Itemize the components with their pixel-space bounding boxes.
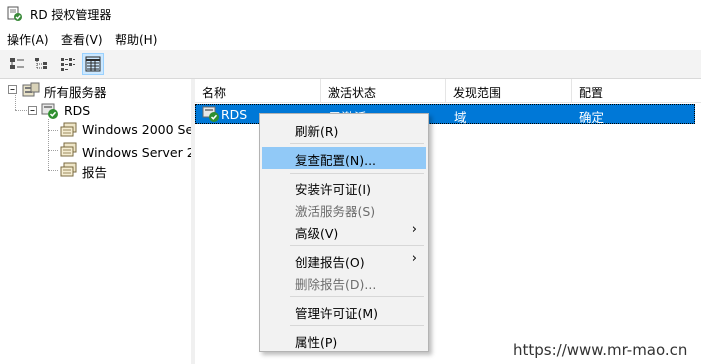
collapse-toggle-icon[interactable] [8, 85, 18, 95]
column-header-name[interactable]: 名称 [195, 79, 321, 103]
column-header-configuration[interactable]: 配置 [572, 79, 701, 103]
menu-item-review-configuration[interactable]: 复查配置(N)... [262, 147, 426, 169]
tree-label-reports: 报告 [82, 165, 108, 180]
window-title: RD 授权管理器 [30, 8, 112, 22]
menu-item-label: 复查配置(N)... [295, 153, 377, 168]
menu-separator [290, 143, 424, 144]
menu-view[interactable]: 查看(V) [61, 31, 103, 48]
menu-item-delete-report: 删除报告(D)... [262, 271, 426, 293]
list-view-icon [61, 58, 75, 71]
tree-connector [48, 119, 49, 170]
menu-item-label: 激活服务器(S) [295, 204, 376, 219]
menu-separator [290, 325, 424, 326]
menu-item-label: 管理许可证(M) [295, 306, 379, 321]
details-view-button[interactable] [82, 53, 104, 75]
license-pack-icon [60, 142, 77, 157]
tree-connector [48, 130, 58, 131]
toolbar [0, 50, 701, 79]
column-header-label: 发现范围 [453, 86, 502, 100]
license-server-icon [41, 103, 58, 119]
tree-label-rds: RDS [64, 103, 91, 118]
column-header-label: 激活状态 [328, 86, 377, 100]
menu-help[interactable]: 帮助(H) [115, 31, 157, 48]
menu-separator [290, 296, 424, 297]
row-cell-scope: 域 [454, 110, 467, 125]
title-bar: RD 授权管理器 [0, 0, 701, 28]
column-header-label: 名称 [202, 86, 227, 100]
menu-item-create-report[interactable]: 创建报告(O) › [262, 249, 426, 271]
menu-item-label: 创建报告(O) [295, 255, 365, 270]
tree-label-all-servers: 所有服务器 [44, 85, 107, 100]
details-view-icon [85, 56, 101, 72]
reports-icon [60, 162, 77, 177]
license-server-icon [202, 106, 219, 122]
submenu-arrow-icon: › [411, 251, 417, 266]
tree-label-windows-server-2008: Windows Server 2008 R2 版本 [82, 145, 191, 160]
menu-item-label: 安装许可证(I) [295, 182, 371, 197]
menu-item-manage-licenses[interactable]: 管理许可证(M) [262, 300, 426, 322]
context-menu: 刷新(R) 复查配置(N)... 安装许可证(I) 激活服务器(S) 高级(V)… [259, 113, 429, 352]
column-header-discovery-scope[interactable]: 发现范围 [446, 79, 572, 103]
server-group-icon [22, 82, 40, 97]
menu-item-label: 高级(V) [295, 226, 339, 241]
column-header-activation-status[interactable]: 激活状态 [321, 79, 446, 103]
menu-item-properties[interactable]: 属性(P) [262, 329, 426, 351]
tree-label-windows-2000: Windows 2000 Server [82, 122, 191, 137]
tree-pane: 所有服务器 RDS Windows 2000 Server Windows Se… [0, 79, 192, 364]
large-icons-view-icon [10, 58, 24, 69]
menu-separator [290, 173, 424, 174]
menu-item-label: 属性(P) [295, 335, 338, 350]
small-icons-view-icon [35, 58, 47, 69]
menu-item-label: 删除报告(D)... [295, 277, 377, 292]
column-header-label: 配置 [579, 86, 604, 100]
list-view-button[interactable] [57, 53, 79, 75]
tree-connector [15, 110, 27, 111]
row-cell-config: 确定 [579, 110, 605, 125]
menu-item-label: 刷新(R) [295, 124, 339, 139]
menu-item-activate-server: 激活服务器(S) [262, 198, 426, 220]
large-icons-view-button[interactable] [6, 53, 28, 75]
menu-item-refresh[interactable]: 刷新(R) [262, 118, 426, 140]
collapse-toggle-icon[interactable] [28, 106, 38, 116]
rd-licensing-app-icon [7, 6, 23, 22]
tree-connector [48, 170, 58, 171]
menu-item-install-licenses[interactable]: 安装许可证(I) [262, 176, 426, 198]
menu-bar: 操作(A) 查看(V) 帮助(H) [0, 28, 701, 50]
row-cell-name: RDS [221, 107, 248, 122]
menu-action[interactable]: 操作(A) [7, 31, 49, 48]
menu-separator [290, 245, 424, 246]
submenu-arrow-icon: › [411, 222, 417, 237]
license-pack-icon [60, 122, 77, 137]
watermark: https://www.mr-mao.cn [513, 341, 688, 359]
menu-item-advanced[interactable]: 高级(V) › [262, 220, 426, 242]
small-icons-view-button[interactable] [31, 53, 53, 75]
tree-connector [48, 150, 58, 151]
